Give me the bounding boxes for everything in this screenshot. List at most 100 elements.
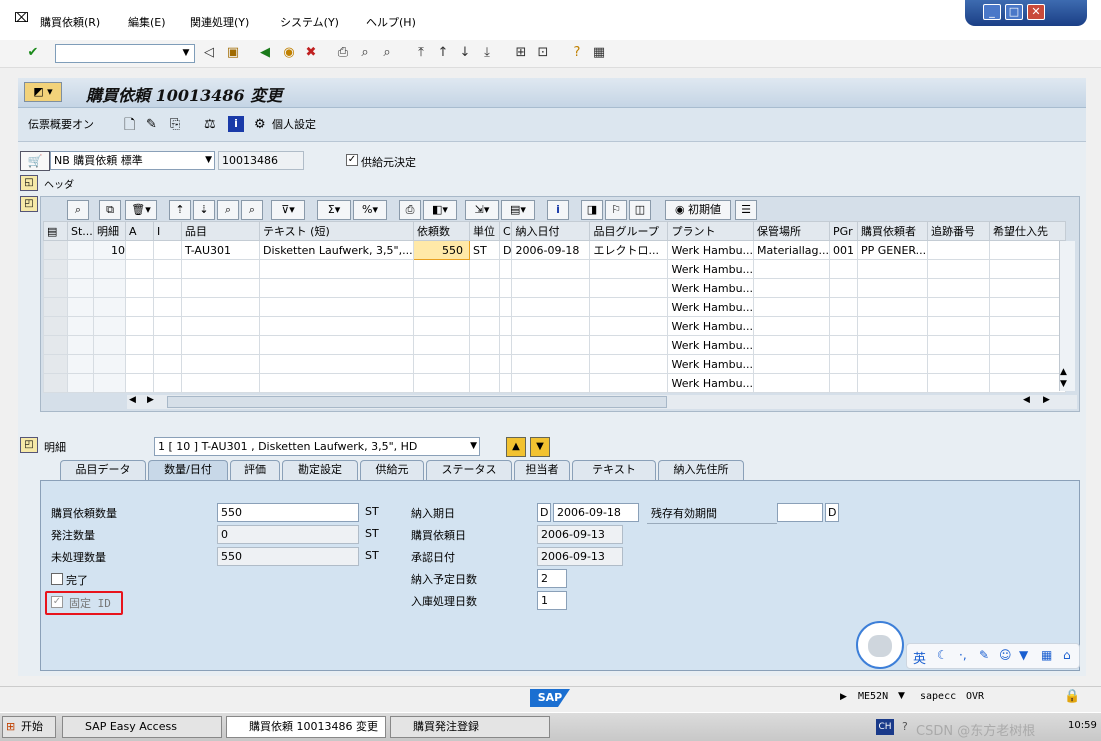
table-cell[interactable] — [181, 373, 260, 393]
restore-button[interactable]: □ — [1005, 4, 1023, 20]
column-header[interactable]: プラント — [667, 221, 755, 241]
table-row[interactable]: Werk Hambu... — [43, 297, 1067, 317]
table-cell[interactable] — [259, 373, 414, 393]
table-cell[interactable] — [511, 373, 591, 393]
table-cell[interactable] — [259, 278, 414, 298]
table-cell[interactable] — [511, 278, 591, 298]
scroll-down-icon[interactable]: ▼ — [1060, 379, 1067, 389]
table-cell[interactable] — [67, 240, 94, 260]
tab-material-data[interactable]: 品目データ — [60, 460, 146, 480]
table-cell[interactable] — [857, 259, 929, 279]
table-cell[interactable]: Materiallag... — [753, 240, 831, 260]
table-cell[interactable]: Werk Hambu... — [667, 316, 755, 336]
table-row[interactable]: Werk Hambu... — [43, 335, 1067, 355]
table-cell[interactable]: 2006-09-18 — [511, 240, 591, 260]
column-header[interactable]: テキスト (短) — [259, 221, 414, 241]
sum-icon[interactable]: Σ▾ — [317, 200, 351, 220]
menu-edit[interactable]: 編集(E) — [128, 14, 166, 30]
views-icon[interactable]: ◧▾ — [423, 200, 457, 220]
table-cell[interactable] — [153, 240, 182, 260]
personal-settings-button[interactable]: 個人設定 — [272, 115, 316, 135]
table-cell[interactable] — [498, 278, 513, 298]
table-cell[interactable] — [469, 316, 500, 336]
table-cell[interactable] — [511, 297, 591, 317]
menu-purchase-req[interactable]: 購買依頼(R) — [40, 14, 100, 30]
table-cell[interactable] — [927, 297, 991, 317]
table-row[interactable]: Werk Hambu... — [43, 278, 1067, 298]
delivery-date-input[interactable]: 2006-09-18 — [553, 503, 639, 522]
table-cell[interactable] — [589, 373, 669, 393]
new-session-icon[interactable]: ⊞ — [512, 44, 530, 62]
enter-check-icon[interactable]: ✔ — [24, 44, 42, 62]
table-cell[interactable]: Werk Hambu... — [667, 278, 755, 298]
chevron-down-icon[interactable]: ▼ — [205, 152, 212, 169]
command-field[interactable]: ▼ — [55, 44, 195, 63]
table-cell[interactable] — [498, 354, 513, 374]
task-sap-easy-access[interactable]: SAP Easy Access — [62, 716, 222, 738]
table-row[interactable]: Werk Hambu... — [43, 259, 1067, 279]
table-cell[interactable] — [181, 316, 260, 336]
table-cell[interactable] — [67, 373, 94, 393]
language-indicator[interactable]: CH — [876, 719, 894, 735]
cancel-icon[interactable]: ✖ — [302, 44, 320, 62]
source-determination-checkbox[interactable]: ✓ — [346, 154, 358, 166]
scroll-left-end-icon[interactable]: ◀ — [1023, 395, 1030, 405]
table-cell[interactable]: Werk Hambu... — [667, 297, 755, 317]
lock-icon[interactable]: ⌂ — [1063, 648, 1071, 662]
grid-horizontal-scrollbar[interactable]: ◀ ▶ ◀ ▶ — [127, 395, 1077, 409]
row-selector[interactable] — [43, 278, 68, 298]
column-header[interactable]: A — [125, 221, 154, 241]
table-cell[interactable] — [753, 278, 831, 298]
list-icon[interactable]: ☰ — [735, 200, 757, 220]
table-cell[interactable] — [857, 354, 929, 374]
table-cell[interactable] — [989, 240, 1067, 260]
table-cell[interactable] — [989, 259, 1067, 279]
table-cell[interactable] — [498, 335, 513, 355]
table-row[interactable]: Werk Hambu... — [43, 354, 1067, 374]
table-cell[interactable]: T-AU301 — [181, 240, 260, 260]
scroll-thumb[interactable] — [167, 396, 667, 408]
back-icon[interactable]: ◀ — [256, 44, 274, 62]
close-button[interactable]: ✕ — [1027, 4, 1045, 20]
table-cell[interactable] — [989, 335, 1067, 355]
table-cell[interactable]: Werk Hambu... — [667, 240, 755, 260]
column-header[interactable]: St... — [67, 221, 94, 241]
ime-avatar-icon[interactable] — [856, 621, 904, 669]
tab-quantities-dates[interactable]: 数量/日付 — [148, 460, 228, 481]
chevron-down-icon[interactable]: ▼ — [898, 691, 905, 701]
table-cell[interactable] — [93, 278, 126, 298]
other-document-icon[interactable]: ⎘ — [170, 115, 180, 135]
table-cell[interactable]: D — [498, 240, 513, 260]
table-cell[interactable] — [589, 335, 669, 355]
save-icon[interactable]: ▣ — [224, 44, 242, 62]
table-cell[interactable]: ST — [469, 240, 500, 260]
table-cell[interactable] — [93, 259, 126, 279]
table-cell[interactable] — [67, 259, 94, 279]
prev-page-icon[interactable]: ↑ — [434, 44, 452, 62]
row-selector[interactable] — [43, 354, 68, 374]
table-cell[interactable]: 550 — [413, 240, 470, 260]
table-cell[interactable] — [413, 316, 470, 336]
table-cell[interactable] — [413, 354, 470, 374]
table-cell[interactable] — [153, 297, 182, 317]
help-icon[interactable]: ? — [568, 44, 586, 62]
cart-icon[interactable]: 🛒 — [20, 151, 50, 171]
table-cell[interactable] — [469, 335, 500, 355]
table-cell[interactable] — [927, 278, 991, 298]
table-cell[interactable] — [829, 316, 859, 336]
details-icon[interactable]: ⌕ — [67, 200, 89, 220]
table-cell[interactable] — [857, 278, 929, 298]
table-cell[interactable] — [829, 297, 859, 317]
requested-qty-input[interactable]: 550 — [217, 503, 359, 522]
table-cell[interactable] — [93, 335, 126, 355]
table-cell[interactable] — [753, 259, 831, 279]
table-cell[interactable] — [259, 316, 414, 336]
filter-icon[interactable]: ⊽▾ — [271, 200, 305, 220]
tab-contact-person[interactable]: 担当者 — [514, 460, 570, 480]
tab-texts[interactable]: テキスト — [572, 460, 656, 480]
table-cell[interactable] — [511, 316, 591, 336]
table-cell[interactable] — [589, 316, 669, 336]
table-cell[interactable] — [589, 259, 669, 279]
row-selector[interactable] — [43, 259, 68, 279]
table-cell[interactable] — [927, 354, 991, 374]
